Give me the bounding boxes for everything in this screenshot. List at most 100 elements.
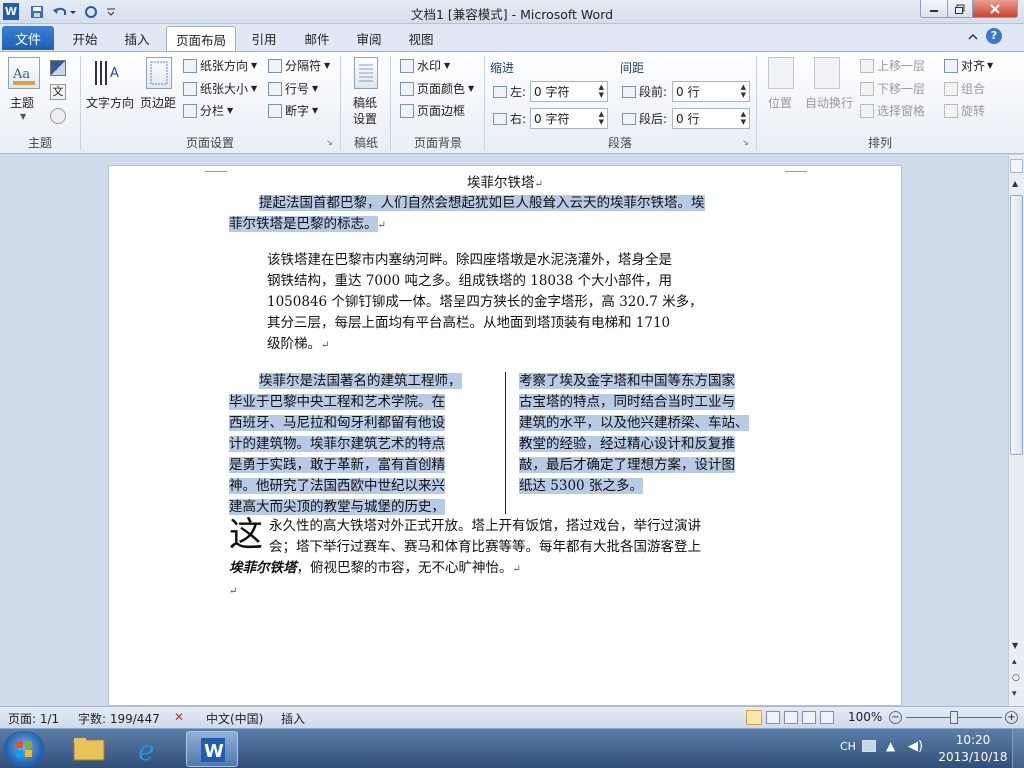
- size-button[interactable]: 纸张大小 ▼: [183, 80, 257, 97]
- theme-fonts-icon[interactable]: 文: [50, 84, 66, 100]
- spacing-before-input[interactable]: 0 行 ▲ ▼: [672, 81, 750, 102]
- indent-left-value: 0 字符: [534, 85, 570, 99]
- input-method-indicator[interactable]: CH: [840, 740, 856, 753]
- select-browse-object-icon[interactable]: ○: [1012, 673, 1020, 683]
- ruler-toggle-icon[interactable]: [1010, 159, 1023, 173]
- language[interactable]: 中文(中国): [206, 710, 263, 727]
- draft-view-icon[interactable]: [820, 711, 834, 724]
- themes-button[interactable]: 主题: [10, 94, 34, 111]
- proofing-icon[interactable]: ✕: [174, 710, 184, 724]
- indent-left-input[interactable]: 0 字符 ▲ ▼: [530, 81, 608, 102]
- start-button[interactable]: [4, 731, 44, 767]
- tab-home[interactable]: 开始: [60, 26, 110, 51]
- print-layout-view-icon[interactable]: [746, 710, 762, 725]
- align-button[interactable]: 对齐 ▼: [944, 57, 993, 74]
- zoom-out-icon[interactable]: −: [889, 711, 902, 724]
- text-direction-button[interactable]: 文字方向: [86, 94, 134, 111]
- orientation-button[interactable]: 纸张方向 ▼: [183, 57, 257, 74]
- restore-button[interactable]: [947, 0, 973, 18]
- show-desktop-button[interactable]: [1012, 729, 1024, 768]
- spinner-arrows-icon[interactable]: ▲ ▼: [599, 110, 604, 126]
- spinner-arrows-icon[interactable]: ▲ ▼: [741, 83, 746, 99]
- next-page-icon[interactable]: ▾: [1012, 689, 1017, 699]
- full-screen-reading-view-icon[interactable]: [766, 711, 780, 724]
- draft-settings-icon[interactable]: [354, 57, 378, 89]
- columns-button[interactable]: 分栏 ▼: [183, 102, 233, 119]
- align-label: 对齐: [961, 59, 986, 73]
- tab-review[interactable]: 审阅: [344, 26, 394, 51]
- paragraph-dialog-launcher-icon[interactable]: ↘: [742, 138, 749, 147]
- bring-forward-button[interactable]: 上移一层: [860, 57, 925, 74]
- page-count[interactable]: 页面: 1/1: [8, 710, 59, 727]
- help-icon[interactable]: ?: [986, 28, 1002, 44]
- close-button[interactable]: [972, 0, 1018, 18]
- tab-file[interactable]: 文件: [2, 26, 54, 50]
- scroll-thumb[interactable]: [1010, 195, 1023, 455]
- insert-mode[interactable]: 插入: [281, 710, 305, 727]
- spacing-after-input[interactable]: 0 行 ▲ ▼: [672, 108, 750, 129]
- vertical-scrollbar[interactable]: ▲ ▼ ▴ ○ ▾: [1008, 155, 1024, 706]
- column-2-line: 古宝塔的特点，同时结合当时工业与: [519, 392, 735, 413]
- clock-date[interactable]: 2013/10/18: [936, 750, 1010, 764]
- file-explorer-icon[interactable]: [68, 732, 110, 766]
- margins-button[interactable]: 页边距: [140, 94, 176, 111]
- position-button[interactable]: 位置: [768, 94, 792, 111]
- minimize-button[interactable]: [920, 0, 948, 18]
- volume-icon[interactable]: ◀): [908, 739, 923, 754]
- tab-mailings[interactable]: 邮件: [292, 26, 342, 51]
- draft-settings-line2[interactable]: 设置: [353, 110, 377, 127]
- send-backward-button[interactable]: 下移一层: [860, 80, 925, 97]
- indent-right-input[interactable]: 0 字符 ▲ ▼: [530, 108, 608, 129]
- orientation-label: 纸张方向: [200, 59, 249, 73]
- previous-page-icon[interactable]: ▴: [1012, 657, 1017, 667]
- themes-dropdown-icon[interactable]: ▼: [20, 112, 26, 121]
- selection-pane-button[interactable]: 选择窗格: [860, 102, 925, 119]
- spinner-arrows-icon[interactable]: ▲ ▼: [741, 110, 746, 126]
- hyphenation-button[interactable]: 断字 ▼: [268, 102, 318, 119]
- web-layout-view-icon[interactable]: [784, 711, 798, 724]
- scroll-down-icon[interactable]: ▼: [1012, 641, 1018, 650]
- selected-text: 神。他研究了法国西欧中世纪以来兴: [229, 478, 445, 494]
- group-label-theme: 主题: [27, 136, 52, 150]
- page-setup-dialog-launcher-icon[interactable]: ↘: [326, 138, 333, 147]
- page-color-button[interactable]: 页面颜色 ▼: [400, 80, 474, 97]
- paragraph-2-line: 钢铁结构，重达 7000 吨之多。组成铁塔的 18038 个大小部件，用: [267, 273, 672, 289]
- group-separator: [756, 56, 757, 150]
- keyboard-icon[interactable]: [862, 740, 876, 752]
- wrap-text-icon[interactable]: [814, 57, 840, 89]
- zoom-in-icon[interactable]: +: [1005, 711, 1018, 724]
- word-count[interactable]: 字数: 199/447: [78, 710, 160, 727]
- group-button[interactable]: 组合: [944, 80, 985, 97]
- rotate-button[interactable]: 旋转: [944, 102, 985, 119]
- zoom-level[interactable]: 100%: [848, 710, 882, 724]
- spinner-arrows-icon[interactable]: ▲ ▼: [599, 83, 604, 99]
- internet-explorer-icon[interactable]: e: [128, 732, 170, 767]
- send-backward-icon: [860, 81, 874, 96]
- tab-page-layout[interactable]: 页面布局: [166, 26, 236, 51]
- wrap-text-button[interactable]: 自动换行: [805, 94, 853, 111]
- scroll-up-icon[interactable]: ▲: [1012, 179, 1018, 188]
- page-borders-button[interactable]: 页面边框: [400, 102, 465, 119]
- position-icon[interactable]: [768, 57, 794, 89]
- themes-icon[interactable]: Aa: [8, 57, 40, 89]
- tab-view[interactable]: 视图: [396, 26, 446, 51]
- theme-colors-icon[interactable]: [50, 60, 66, 76]
- clock-time[interactable]: 10:20: [948, 733, 998, 747]
- theme-effects-icon[interactable]: [50, 108, 66, 124]
- document-page[interactable]: 埃菲尔铁塔↵ 提起法国首都巴黎，人们自然会想起犹如巨人般耸入云天的埃菲尔铁塔。埃…: [108, 165, 902, 706]
- tab-references[interactable]: 引用: [240, 26, 288, 51]
- line-numbers-button[interactable]: 行号 ▼: [268, 80, 318, 97]
- tray-expand-icon[interactable]: ▲: [886, 739, 895, 753]
- draft-settings-line1[interactable]: 稿纸: [353, 94, 377, 111]
- watermark-button[interactable]: 水印 ▼: [400, 57, 450, 74]
- tab-insert[interactable]: 插入: [112, 26, 162, 51]
- column-2-line: 纸达 5300 张之多。: [519, 476, 643, 497]
- zoom-slider-thumb[interactable]: [950, 711, 958, 724]
- outline-view-icon[interactable]: [802, 711, 816, 724]
- minimize-ribbon-icon[interactable]: [966, 30, 980, 44]
- text-direction-icon[interactable]: A: [92, 57, 124, 89]
- word-taskbar-button[interactable]: W: [186, 731, 238, 767]
- margins-icon[interactable]: [146, 57, 172, 89]
- spacing-before-icon: [622, 85, 636, 98]
- breaks-button[interactable]: 分隔符 ▼: [268, 57, 330, 74]
